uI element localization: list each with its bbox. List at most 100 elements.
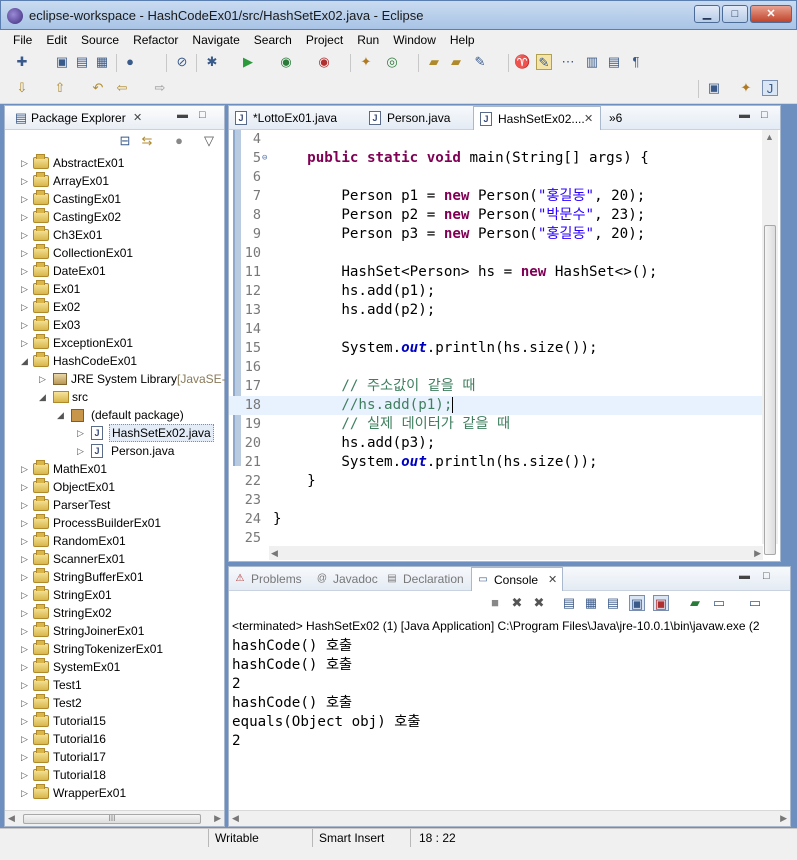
code-line[interactable]: 15 System.out.println(hs.size()); [229, 339, 763, 358]
menu-source[interactable]: Source [74, 30, 126, 50]
maximize-view-icon[interactable]: □ [763, 570, 770, 582]
tab-javadoc[interactable]: @ Javadoc [311, 567, 391, 591]
run-icon[interactable]: ▶ [240, 54, 256, 70]
tab-declaration[interactable]: ▤ Declaration [381, 567, 473, 591]
view-menu-icon[interactable]: ▽ [201, 133, 217, 149]
new-java-project-icon[interactable]: ✦ [358, 54, 374, 70]
account-icon[interactable]: ● [122, 54, 138, 70]
menu-help[interactable]: Help [443, 30, 482, 50]
expand-arrow-icon[interactable]: ▷ [77, 442, 84, 460]
maximize-view-icon[interactable]: □ [199, 109, 206, 121]
project-item[interactable]: ▷ WrapperEx01 [5, 784, 224, 802]
tab-lotto[interactable]: J *LottoEx01.java [229, 106, 361, 130]
show-on-stdout-icon[interactable]: ▣ [629, 595, 645, 611]
package-item[interactable]: ◢ (default package) [5, 406, 224, 424]
code-line[interactable]: 7 Person p1 = new Person("홍길동", 20); [229, 187, 763, 206]
code-line[interactable]: 10 [229, 244, 763, 263]
expand-arrow-icon[interactable]: ▷ [21, 532, 28, 550]
collapse-arrow-icon[interactable]: ◢ [39, 388, 46, 406]
project-item[interactable]: ▷ Ex02 [5, 298, 224, 316]
scroll-left-icon[interactable]: ◀ [8, 813, 15, 824]
collapse-all-icon[interactable]: ⊟ [117, 133, 133, 149]
expand-arrow-icon[interactable]: ▷ [21, 316, 28, 334]
project-item[interactable]: ▷ StringJoinerEx01 [5, 622, 224, 640]
java-ee-perspective-icon[interactable]: ✦ [738, 80, 754, 96]
maximize-view-icon[interactable]: □ [761, 109, 768, 121]
expand-arrow-icon[interactable]: ▷ [21, 658, 28, 676]
highlight-icon[interactable]: ✎ [536, 54, 552, 70]
code-editor[interactable]: 4 5 ⊖ public static void main(String[] arg… [229, 130, 763, 546]
project-item[interactable]: ▷ ParserTest [5, 496, 224, 514]
project-item[interactable]: ▷ CastingEx02 [5, 208, 224, 226]
expand-arrow-icon[interactable]: ▷ [21, 244, 28, 262]
expand-arrow-icon[interactable]: ▷ [21, 172, 28, 190]
project-item[interactable]: ▷ ProcessBuilderEx01 [5, 514, 224, 532]
horizontal-scrollbar[interactable]: ◀ ▶ [269, 546, 763, 560]
project-item[interactable]: ▷ RandomEx01 [5, 532, 224, 550]
expand-arrow-icon[interactable]: ▷ [21, 280, 28, 298]
code-line[interactable]: 8 Person p2 = new Person("박문수", 23); [229, 206, 763, 225]
expand-arrow-icon[interactable]: ▷ [21, 478, 28, 496]
close-tab-icon[interactable]: ✕ [548, 568, 557, 592]
code-line[interactable]: 20 hs.add(p3); [229, 434, 763, 453]
project-item[interactable]: ▷ AbstractEx01 [5, 154, 224, 172]
back-icon[interactable]: ⇦ [114, 80, 130, 96]
scroll-right-icon[interactable]: ▶ [214, 813, 221, 824]
expand-arrow-icon[interactable]: ▷ [21, 712, 28, 730]
project-item[interactable]: ▷ StringEx02 [5, 604, 224, 622]
expand-arrow-icon[interactable]: ▷ [77, 424, 84, 442]
expand-arrow-icon[interactable]: ▷ [21, 334, 28, 352]
project-item[interactable]: ▷ Tutorial16 [5, 730, 224, 748]
expand-arrow-icon[interactable]: ▷ [21, 226, 28, 244]
expand-arrow-icon[interactable]: ▷ [21, 568, 28, 586]
expand-arrow-icon[interactable]: ▷ [21, 496, 28, 514]
vertical-scrollbar[interactable]: ▲ [762, 130, 778, 555]
code-line[interactable]: 4 [229, 130, 763, 149]
code-line[interactable]: 16 [229, 358, 763, 377]
code-line[interactable]: 11 HashSet<Person> hs = new HashSet<>(); [229, 263, 763, 282]
tab-overflow[interactable]: »6 [609, 111, 622, 125]
scroll-left-icon[interactable]: ◀ [232, 813, 239, 824]
project-item[interactable]: ▷ ExceptionEx01 [5, 334, 224, 352]
pin-console-icon[interactable]: ▰ [687, 595, 703, 611]
open-task-icon[interactable]: ▰ [448, 54, 464, 70]
code-line[interactable]: 18 //hs.add(p1); [229, 396, 763, 415]
code-line[interactable]: 17 // 주소값이 같을 때 [229, 377, 763, 396]
expand-arrow-icon[interactable]: ▷ [21, 190, 28, 208]
open-console-icon[interactable]: ▭ [747, 595, 763, 611]
menu-navigate[interactable]: Navigate [185, 30, 246, 50]
new-icon[interactable]: ✚ [14, 54, 30, 70]
scroll-lock-icon[interactable]: ▦ [583, 595, 599, 611]
tab-hashset[interactable]: J HashSetEx02.... ✕ [473, 106, 601, 130]
focus-task-icon[interactable]: ● [171, 133, 187, 149]
code-line[interactable]: 21 System.out.println(hs.size()); [229, 453, 763, 472]
minimize-view-icon[interactable]: ▬ [177, 109, 188, 121]
scroll-up-icon[interactable]: ▲ [765, 132, 774, 142]
external-tools-icon[interactable]: ◉ [316, 54, 332, 70]
previous-annotation-icon[interactable]: ⇧ [52, 80, 68, 96]
project-item[interactable]: ▷ Test1 [5, 676, 224, 694]
minimize-button[interactable]: ▁ [694, 5, 720, 23]
expand-arrow-icon[interactable]: ▷ [21, 586, 28, 604]
close-button[interactable]: ✕ [750, 5, 792, 23]
menu-search[interactable]: Search [247, 30, 299, 50]
expand-arrow-icon[interactable]: ▷ [21, 622, 28, 640]
menu-edit[interactable]: Edit [39, 30, 74, 50]
expand-arrow-icon[interactable]: ▷ [21, 460, 28, 478]
terminate-icon[interactable]: ■ [487, 595, 503, 611]
scroll-left-icon[interactable]: ◀ [271, 548, 278, 559]
source-folder-item[interactable]: ◢ src [5, 388, 224, 406]
search-icon[interactable]: ✎ [472, 54, 488, 70]
horizontal-scrollbar[interactable]: ◀ III ▶ [5, 810, 224, 826]
scroll-right-icon[interactable]: ▶ [754, 548, 761, 559]
save-all-icon[interactable]: ▤ [74, 54, 90, 70]
expand-arrow-icon[interactable]: ▷ [21, 748, 28, 766]
code-line[interactable]: 9 Person p3 = new Person("홍길동", 20); [229, 225, 763, 244]
code-line[interactable]: 23 [229, 491, 763, 510]
show-whitespace-icon[interactable]: ⋯ [560, 54, 576, 70]
project-item[interactable]: ▷ Ch3Ex01 [5, 226, 224, 244]
expand-arrow-icon[interactable]: ▷ [21, 784, 28, 802]
file-item-hashsetex02[interactable]: ▷ J HashSetEx02.java [5, 424, 224, 442]
skip-breakpoints-icon[interactable]: ⊘ [174, 54, 190, 70]
project-item[interactable]: ▷ StringTokenizerEx01 [5, 640, 224, 658]
